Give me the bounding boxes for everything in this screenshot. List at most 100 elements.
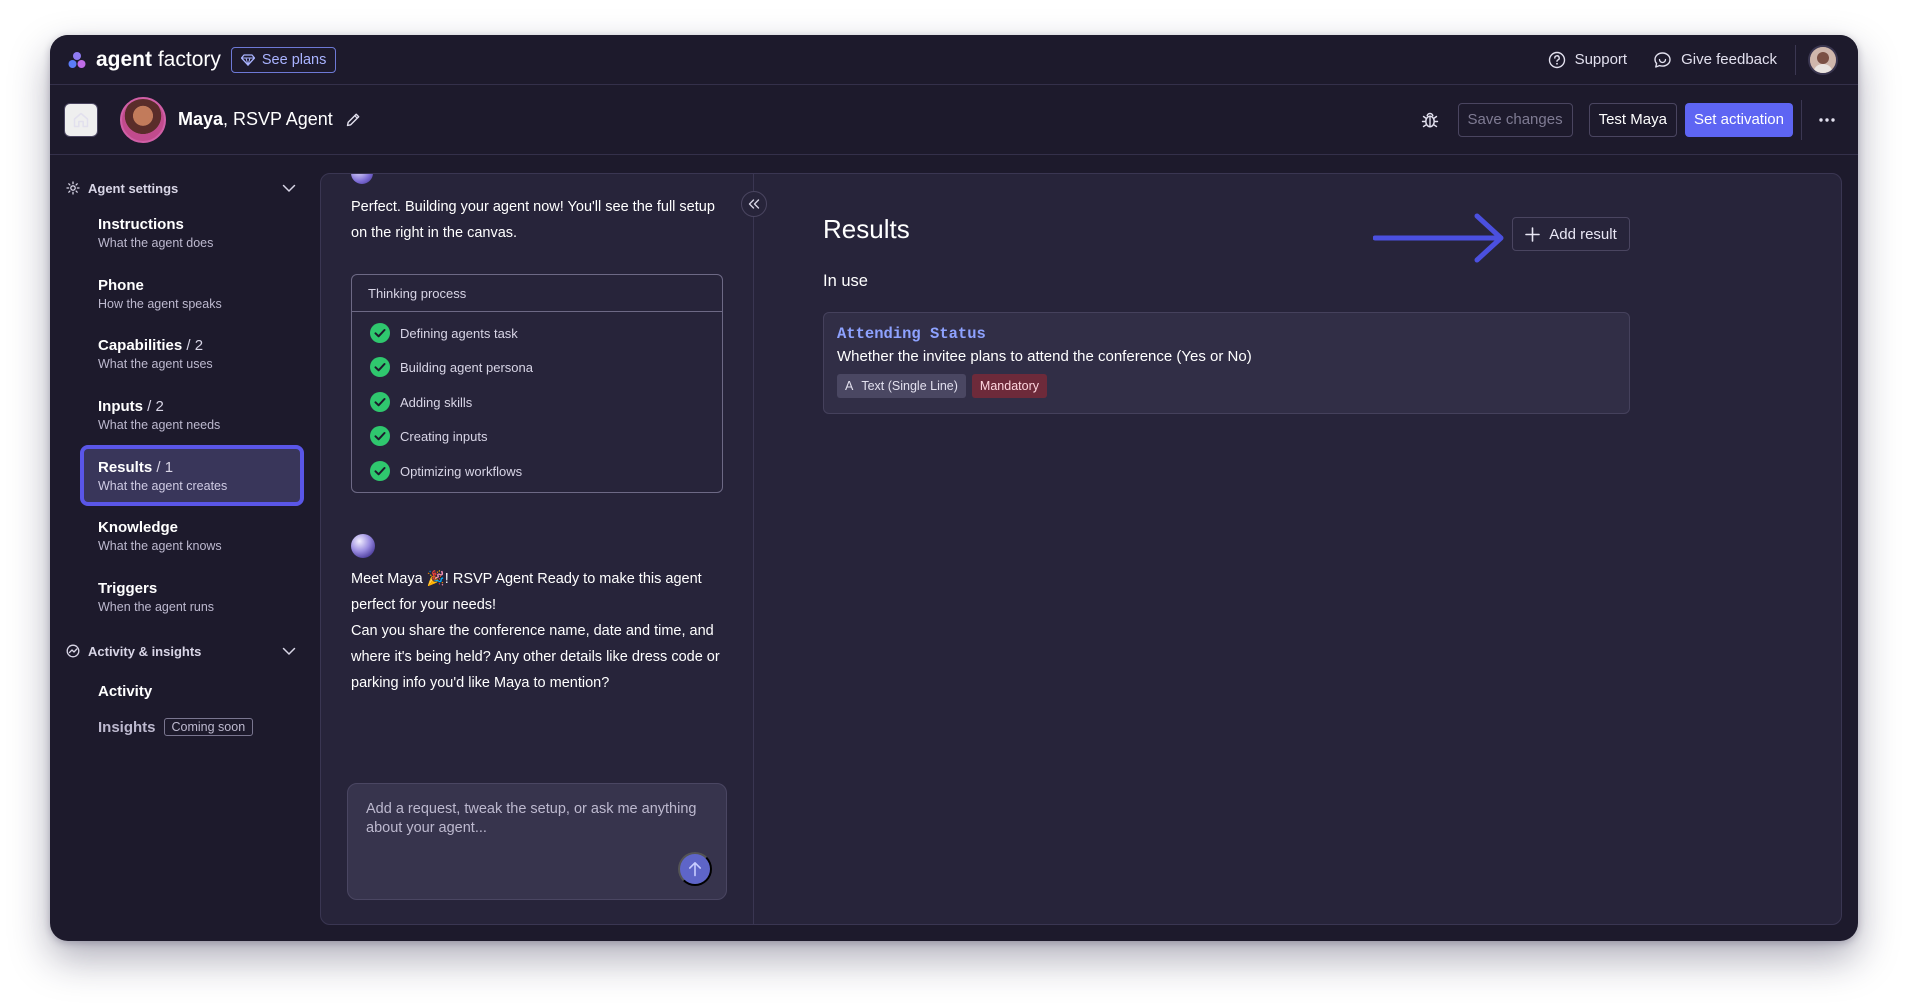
agent-bar: Maya, RSVP Agent Save changes Test Maya … <box>50 85 1858 155</box>
check-circle-icon <box>370 461 390 481</box>
top-bar-actions: Support Give feedback <box>1548 35 1858 84</box>
chat-message-building: Perfect. Building your agent now! You'll… <box>351 199 715 241</box>
result-tags: A Text (Single Line) Mandatory <box>837 374 1616 398</box>
nav-title-phone: Phone <box>98 277 144 294</box>
activity-insights-section[interactable]: Activity & insights <box>66 640 296 662</box>
text-type-icon: A <box>845 379 854 393</box>
diamond-icon <box>240 53 255 66</box>
nav-sub-phone: How the agent speaks <box>98 297 222 311</box>
nav-sub-instructions: What the agent does <box>98 236 214 250</box>
nav-count-capabilities: / 2 <box>182 337 204 354</box>
in-use-heading: In use <box>823 272 868 290</box>
result-name: Attending Status <box>837 325 986 343</box>
top-divider <box>1795 44 1796 75</box>
agent-settings-label: Agent settings <box>88 180 179 196</box>
brand-name: agent factory <box>96 47 221 71</box>
insights-label: Insights <box>98 718 156 736</box>
nav-count-inputs: / 2 <box>143 398 164 415</box>
chat-message-question: Can you share the conference name, date … <box>351 623 720 691</box>
result-description: Whether the invitee plans to attend the … <box>837 348 1252 365</box>
collapse-chat-button[interactable] <box>741 191 767 217</box>
agent-factory-logo-icon <box>68 51 86 68</box>
mandatory-badge: Mandatory <box>971 374 1047 398</box>
feedback-chat-icon <box>1654 51 1671 68</box>
nav-title-instructions: Instructions <box>98 216 184 233</box>
sidebar: Agent settings Instructions What the age… <box>50 155 312 941</box>
pencil-icon[interactable] <box>345 112 361 128</box>
chevrons-left-icon <box>748 199 760 209</box>
chat-panel: Perfect. Building your agent now! You'll… <box>321 174 754 924</box>
nav-sub-triggers: When the agent runs <box>98 600 215 614</box>
thinking-process-box: Thinking process Defining agents task Bu… <box>351 274 723 493</box>
assistant-orb-icon <box>351 174 373 184</box>
nav-sub-knowledge: What the agent knows <box>98 539 222 553</box>
arrow-up-icon <box>689 862 701 877</box>
plus-icon <box>1525 226 1541 242</box>
agent-bar-divider <box>1801 99 1802 140</box>
home-button[interactable] <box>64 102 98 137</box>
main-panel: Perfect. Building your agent now! You'll… <box>320 173 1842 925</box>
thinking-step: Building agent persona <box>370 357 533 377</box>
add-result-button[interactable]: Add result <box>1512 217 1630 251</box>
sidebar-item-instructions[interactable]: Instructions What the agent does <box>98 216 298 250</box>
nav-sub-capabilities: What the agent uses <box>98 357 213 371</box>
sidebar-item-triggers[interactable]: Triggers When the agent runs <box>98 580 298 614</box>
test-agent-button[interactable]: Test Maya <box>1588 102 1677 137</box>
thinking-step: Optimizing workflows <box>370 461 522 481</box>
nav-sub-results: What the agent creates <box>98 479 228 493</box>
thinking-step: Creating inputs <box>370 426 487 446</box>
sidebar-item-phone[interactable]: Phone How the agent speaks <box>98 277 298 311</box>
send-button[interactable] <box>678 852 712 886</box>
more-options-icon[interactable] <box>1818 117 1836 123</box>
nav-title-capabilities: Capabilities <box>98 337 183 354</box>
check-circle-icon <box>370 426 390 446</box>
activity-gauge-icon <box>66 644 80 658</box>
sidebar-item-inputs[interactable]: Inputs / 2 What the agent needs <box>98 398 298 432</box>
check-circle-icon <box>370 392 390 412</box>
debug-bug-icon[interactable] <box>1420 110 1440 130</box>
sidebar-item-capabilities[interactable]: Capabilities / 2 What the agent uses <box>98 337 298 371</box>
activity-insights-label: Activity & insights <box>88 643 202 659</box>
brand[interactable]: agent factory <box>68 48 221 72</box>
nav-title-triggers: Triggers <box>98 580 158 597</box>
coming-soon-badge: Coming soon <box>163 718 254 736</box>
sidebar-item-knowledge[interactable]: Knowledge What the agent knows <box>98 519 298 553</box>
chevron-down-icon <box>282 184 296 192</box>
assistant-orb-icon <box>351 534 375 558</box>
sidebar-item-results[interactable]: Results / 1 What the agent creates <box>80 445 304 506</box>
save-changes-button[interactable]: Save changes <box>1457 102 1573 137</box>
add-result-label: Add result <box>1549 225 1617 243</box>
support-label: Support <box>1574 51 1628 68</box>
see-plans-label: See plans <box>261 51 327 68</box>
give-feedback-label: Give feedback <box>1681 51 1777 68</box>
sidebar-item-insights: Insights Coming soon <box>98 718 254 736</box>
support-link[interactable]: Support <box>1548 51 1628 69</box>
page-title: Results <box>823 214 910 244</box>
sidebar-item-activity[interactable]: Activity <box>98 683 152 700</box>
agent-settings-section[interactable]: Agent settings <box>66 177 296 199</box>
set-activation-button[interactable]: Set activation <box>1684 102 1793 137</box>
thinking-step: Adding skills <box>370 392 472 412</box>
nav-title-results: Results <box>98 459 153 476</box>
chat-message-intro: Meet Maya 🎉! RSVP Agent Ready to make th… <box>351 571 702 613</box>
user-avatar[interactable] <box>1808 44 1838 75</box>
top-bar: agent factory See plans Support Give fee… <box>50 35 1858 85</box>
agent-avatar[interactable] <box>120 96 166 143</box>
give-feedback-link[interactable]: Give feedback <box>1653 51 1777 69</box>
result-type-badge: A Text (Single Line) <box>837 374 966 398</box>
home-icon <box>73 112 89 127</box>
chat-composer <box>347 783 727 900</box>
agent-title: Maya, RSVP Agent <box>178 109 333 129</box>
results-canvas: Results In use Add result Attending Stat… <box>754 174 1841 924</box>
check-circle-icon <box>370 357 390 377</box>
help-circle-icon <box>1548 51 1565 68</box>
result-card[interactable]: Attending Status Whether the invitee pla… <box>823 312 1630 414</box>
see-plans-button[interactable]: See plans <box>230 46 337 73</box>
check-circle-icon <box>370 323 390 343</box>
nav-sub-inputs: What the agent needs <box>98 418 221 432</box>
chat-input[interactable] <box>366 800 711 845</box>
chevron-down-icon <box>282 647 296 655</box>
gear-icon <box>66 181 80 195</box>
agent-actions: Save changes Test Maya Set activation <box>1420 85 1859 154</box>
thinking-process-title: Thinking process <box>352 275 722 312</box>
